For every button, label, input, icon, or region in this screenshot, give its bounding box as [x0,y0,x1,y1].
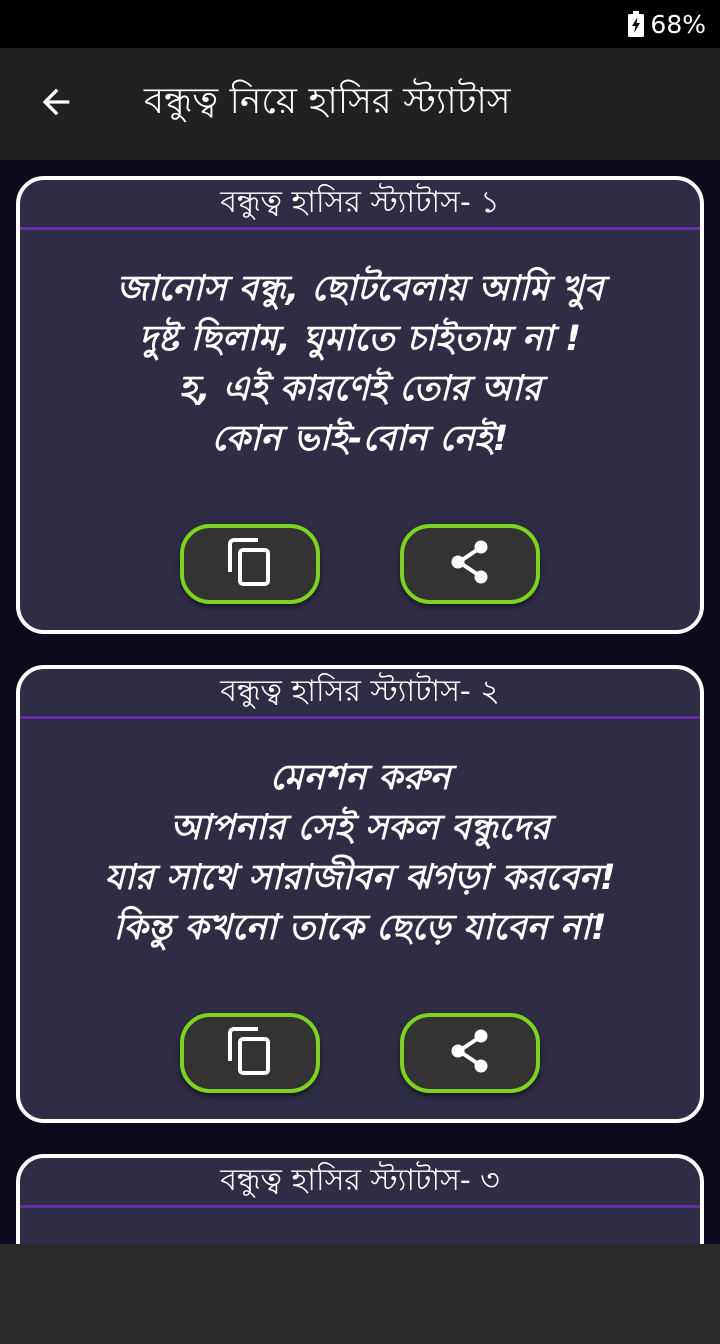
page-title: বন্ধুত্ব নিয়ে হাসির স্ট্যাটাস [144,81,511,122]
copy-icon [228,538,272,590]
card-header: বন্ধুত্ব হাসির স্ট্যাটাস- ১ [20,180,700,230]
status-text: জানোস বন্ধু, ছোটবেলায় আমি খুব দুষ্ট ছিল… [20,230,700,524]
status-card: বন্ধুত্ব হাসির স্ট্যাটাস- ২ মেনশন করুন আ… [16,665,704,1123]
share-button[interactable] [400,1013,540,1093]
status-card: বন্ধুত্ব হাসির স্ট্যাটাস- ৩ [16,1154,704,1244]
back-button[interactable] [0,48,112,160]
status-card: বন্ধুত্ব হাসির স্ট্যাটাস- ১ জানোস বন্ধু,… [16,176,704,634]
status-bar: 68% [0,0,720,48]
card-header: বন্ধুত্ব হাসির স্ট্যাটাস- ২ [20,669,700,719]
card-actions [20,524,700,604]
battery-indicator: 68% [628,10,706,39]
share-button[interactable] [400,524,540,604]
card-actions [20,1013,700,1093]
status-line: জানোস বন্ধু, ছোটবেলায় আমি খুব [116,269,604,309]
status-line: কোন ভাই-বোন নেই! [211,419,509,459]
copy-button[interactable] [180,1013,320,1093]
battery-percent: 68% [650,9,706,39]
status-list[interactable]: বন্ধুত্ব হাসির স্ট্যাটাস- ১ জানোস বন্ধু,… [0,160,720,1244]
status-line: হ, এই কারণেই তোর আর [178,369,542,409]
status-line: দুষ্ট ছিলাম, ঘুমাতে চাইতাম না ! [138,319,582,359]
status-line: মেনশন করুন [269,758,451,798]
share-icon [450,540,490,588]
status-line: যার সাথে সারাজীবন ঝগড়া করবেন! [104,858,616,898]
copy-icon [228,1027,272,1079]
status-line: আপনার সেই সকল বন্ধুদের [170,808,550,848]
app-bar: বন্ধুত্ব নিয়ে হাসির স্ট্যাটাস [0,48,720,160]
arrow-back-icon [36,82,76,126]
battery-charging-icon [628,11,645,37]
bottom-bar [0,1244,720,1344]
card-header: বন্ধুত্ব হাসির স্ট্যাটাস- ৩ [20,1158,700,1208]
status-line: কিন্তু কখনো তাকে ছেড়ে যাবেন না! [113,908,607,948]
copy-button[interactable] [180,524,320,604]
status-text: মেনশন করুন আপনার সেই সকল বন্ধুদের যার সা… [20,719,700,1013]
share-icon [450,1029,490,1077]
